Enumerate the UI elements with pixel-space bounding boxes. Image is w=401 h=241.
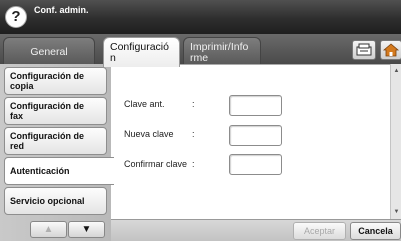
machine-status-button[interactable] xyxy=(352,40,376,60)
new-password-label: Nueva clave xyxy=(124,129,174,139)
sidebar-scroll-up-button[interactable]: ▲ xyxy=(30,221,67,238)
tab-configuracion-label: Configuració n xyxy=(110,41,169,64)
admin-settings-screen: ? Conf. admin. General Configuració n Im… xyxy=(0,0,401,241)
home-button[interactable] xyxy=(380,40,401,60)
title-bar: ? Conf. admin. xyxy=(0,0,401,34)
sidebar-item-label: Configuración de copia xyxy=(10,71,84,91)
sidebar-scroll-down-button[interactable]: ▼ xyxy=(68,221,105,238)
sidebar-item-label: Configuración de red xyxy=(10,131,84,151)
new-password-field[interactable] xyxy=(229,125,282,146)
scroll-down-icon[interactable]: ▼ xyxy=(392,207,401,217)
sidebar-item-configuracion-red[interactable]: Configuración de red xyxy=(4,127,107,155)
home-icon xyxy=(382,43,400,57)
sidebar-item-label: Configuración de fax xyxy=(10,101,84,121)
down-arrow-icon: ▼ xyxy=(81,224,92,235)
machine-status-icon xyxy=(356,43,372,56)
tab-configuracion[interactable]: Configuració n xyxy=(103,37,180,67)
page-title: Conf. admin. xyxy=(34,5,89,15)
accept-button[interactable]: Aceptar xyxy=(293,222,346,240)
scroll-up-icon[interactable]: ▲ xyxy=(392,66,401,76)
sidebar-item-label: Autenticación xyxy=(10,166,70,176)
sidebar-item-configuracion-fax[interactable]: Configuración de fax xyxy=(4,97,107,125)
tab-general-label: General xyxy=(30,46,68,58)
tab-imprimir-informe[interactable]: Imprimir/Info rme xyxy=(183,37,261,64)
tab-imprimir-informe-label: Imprimir/Info rme xyxy=(190,41,249,64)
cancel-button[interactable]: Cancela xyxy=(350,222,401,240)
old-password-label: Clave ant. xyxy=(124,99,165,109)
confirm-password-colon: : xyxy=(192,159,195,169)
sidebar-item-configuracion-copia[interactable]: Configuración de copia xyxy=(4,67,107,95)
new-password-colon: : xyxy=(192,129,195,139)
up-arrow-icon: ▲ xyxy=(43,224,54,235)
tab-general[interactable]: General xyxy=(3,37,95,64)
scrollbar[interactable]: ▲ ▼ xyxy=(390,64,401,219)
sidebar-item-servicio-opcional[interactable]: Servicio opcional xyxy=(4,187,107,215)
help-button[interactable]: ? xyxy=(5,6,27,28)
old-password-colon: : xyxy=(192,99,195,109)
old-password-field[interactable] xyxy=(229,95,282,116)
confirm-password-field[interactable] xyxy=(229,154,282,175)
sidebar-item-autenticacion[interactable]: Autenticación xyxy=(4,157,114,185)
sidebar-item-label: Servicio opcional xyxy=(10,196,85,206)
confirm-password-label: Confirmar clave xyxy=(124,159,188,169)
